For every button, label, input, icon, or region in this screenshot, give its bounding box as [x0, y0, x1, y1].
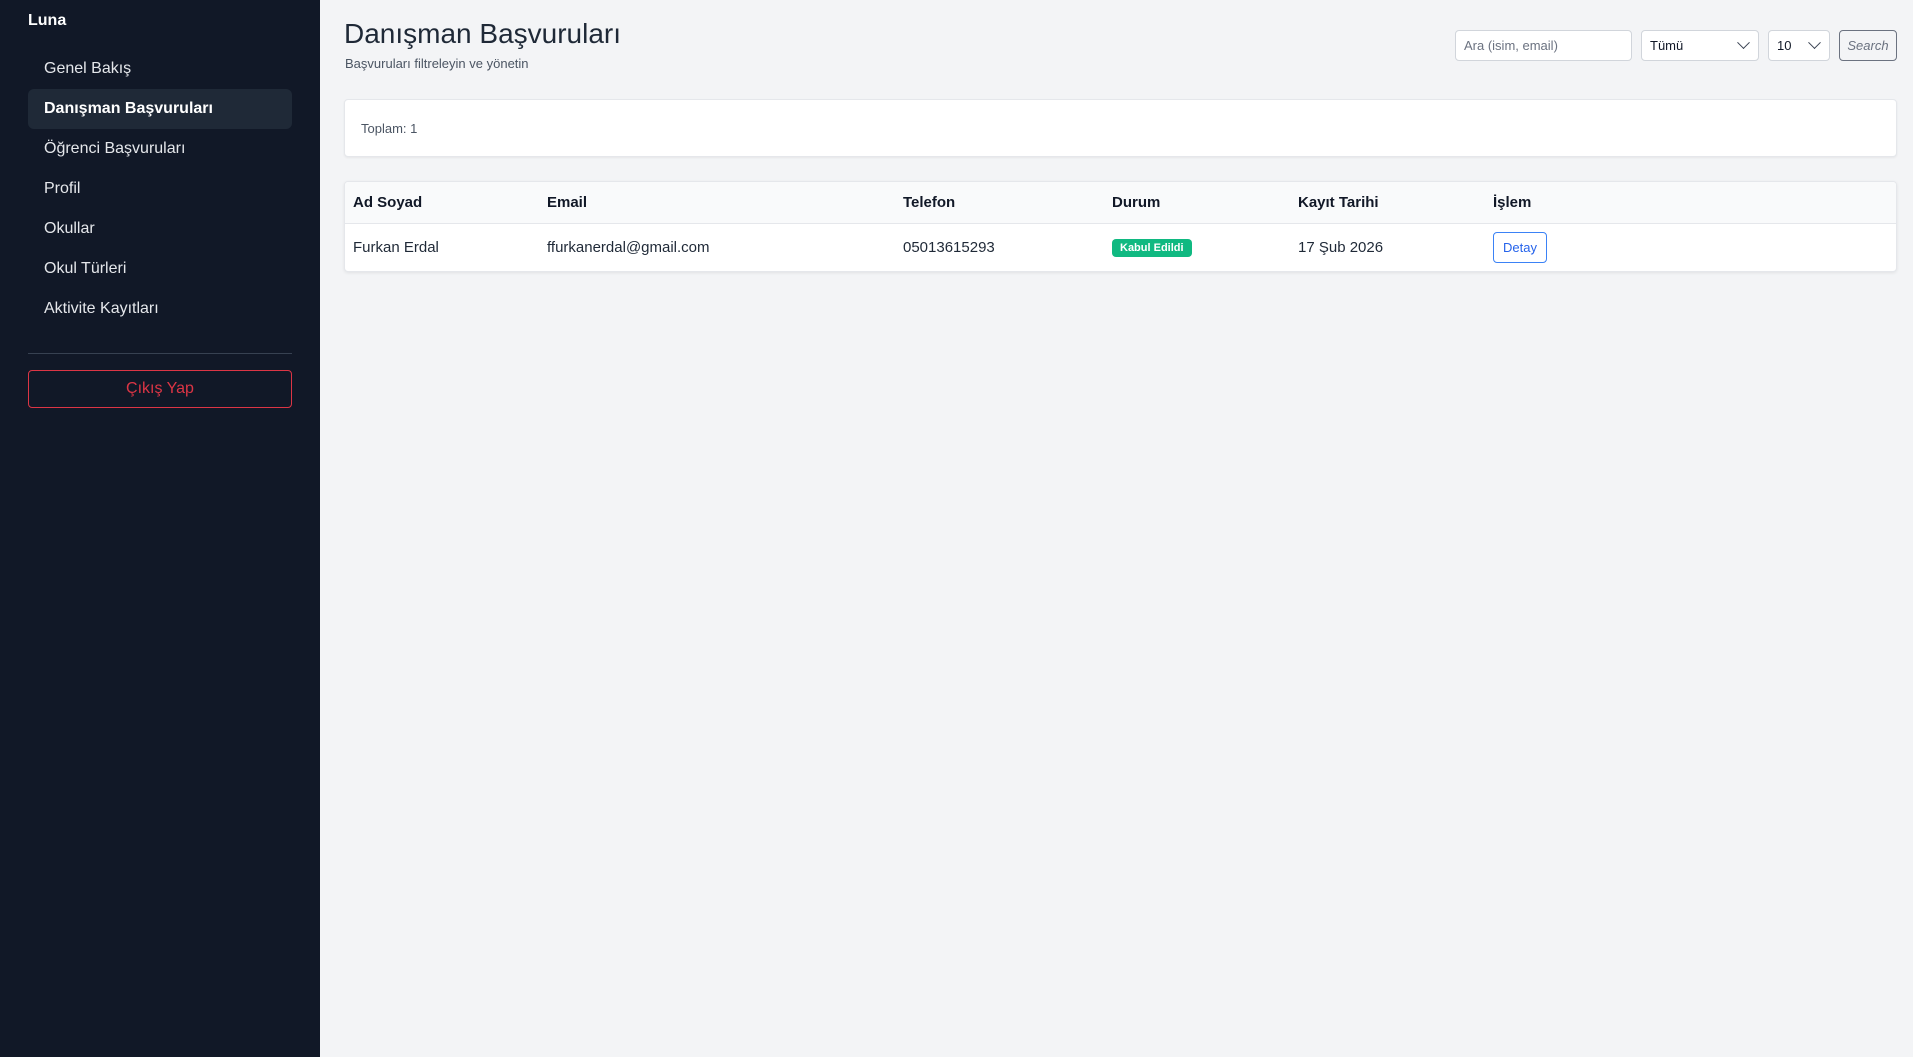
- main-content: Danışman Başvuruları Başvuruları filtrel…: [320, 0, 1913, 1057]
- column-header-email[interactable]: Email: [539, 182, 895, 224]
- page-size-select[interactable]: 10: [1768, 30, 1830, 61]
- column-header-date[interactable]: Kayıt Tarihi: [1290, 182, 1485, 224]
- sidebar-item-label: Danışman Başvuruları: [44, 100, 213, 117]
- logout-button[interactable]: Çıkış Yap: [28, 370, 292, 408]
- brand-logo: Luna: [28, 12, 67, 29]
- table-row: Furkan Erdal ffurkanerdal@gmail.com 0501…: [345, 223, 1896, 271]
- page-size-select-value: 10: [1777, 38, 1792, 53]
- chevron-down-icon: [1737, 36, 1750, 50]
- status-badge: Kabul Edildi: [1112, 238, 1192, 257]
- sidebar-item-label: Okullar: [44, 220, 95, 237]
- sidebar-item-label: Profil: [44, 180, 81, 197]
- sidebar: Luna Genel Bakış Danışman Başvuruları Öğ…: [0, 0, 320, 1057]
- cell-action: Detay: [1485, 223, 1896, 271]
- status-select-value: Tümü: [1650, 38, 1684, 53]
- sidebar-item-genel-bakis[interactable]: Genel Bakış: [28, 49, 292, 89]
- chevron-down-icon: [1808, 36, 1821, 50]
- column-header-phone[interactable]: Telefon: [895, 182, 1104, 224]
- sidebar-item-danisman-basvurulari[interactable]: Danışman Başvuruları: [28, 89, 292, 129]
- applications-table-card: Ad Soyad Email Telefon Durum Kayıt Tarih…: [344, 181, 1897, 272]
- sidebar-item-aktivite-kayitlari[interactable]: Aktivite Kayıtları: [28, 289, 292, 329]
- column-header-action: İşlem: [1485, 182, 1896, 224]
- filter-bar: Tümü 10 Search: [1455, 30, 1897, 61]
- sidebar-nav: Genel Bakış Danışman Başvuruları Öğrenci…: [28, 49, 292, 329]
- column-header-name[interactable]: Ad Soyad: [345, 182, 539, 224]
- cell-name: Furkan Erdal: [353, 238, 439, 256]
- search-button[interactable]: Search: [1839, 30, 1897, 61]
- table-header-row: Ad Soyad Email Telefon Durum Kayıt Tarih…: [345, 182, 1896, 224]
- status-select[interactable]: Tümü: [1641, 30, 1759, 61]
- total-count: Toplam: 1: [361, 120, 418, 136]
- sidebar-item-label: Genel Bakış: [44, 60, 132, 77]
- cell-date: 17 Şub 2026: [1298, 238, 1384, 256]
- summary-card: Toplam: 1: [344, 99, 1897, 157]
- sidebar-item-label: Aktivite Kayıtları: [44, 300, 159, 317]
- cell-phone: 05013615293: [903, 238, 995, 256]
- page-title: Danışman Başvuruları: [344, 18, 622, 49]
- cell-status: Kabul Edildi: [1104, 223, 1290, 271]
- detail-button[interactable]: Detay: [1493, 231, 1547, 263]
- sidebar-item-okullar[interactable]: Okullar: [28, 209, 292, 249]
- sidebar-item-label: Öğrenci Başvuruları: [44, 140, 186, 157]
- column-header-status[interactable]: Durum: [1104, 182, 1290, 224]
- cell-email: ffurkanerdal@gmail.com: [547, 238, 710, 256]
- sidebar-item-label: Okul Türleri: [44, 260, 127, 277]
- sidebar-divider: [28, 353, 292, 354]
- sidebar-item-profil[interactable]: Profil: [28, 169, 292, 209]
- applications-table: Ad Soyad Email Telefon Durum Kayıt Tarih…: [345, 182, 1896, 271]
- page-subtitle: Başvuruları filtreleyin ve yönetin: [345, 56, 529, 71]
- search-input[interactable]: [1455, 30, 1632, 61]
- sidebar-item-okul-turleri[interactable]: Okul Türleri: [28, 249, 292, 289]
- sidebar-item-ogrenci-basvurulari[interactable]: Öğrenci Başvuruları: [28, 129, 292, 169]
